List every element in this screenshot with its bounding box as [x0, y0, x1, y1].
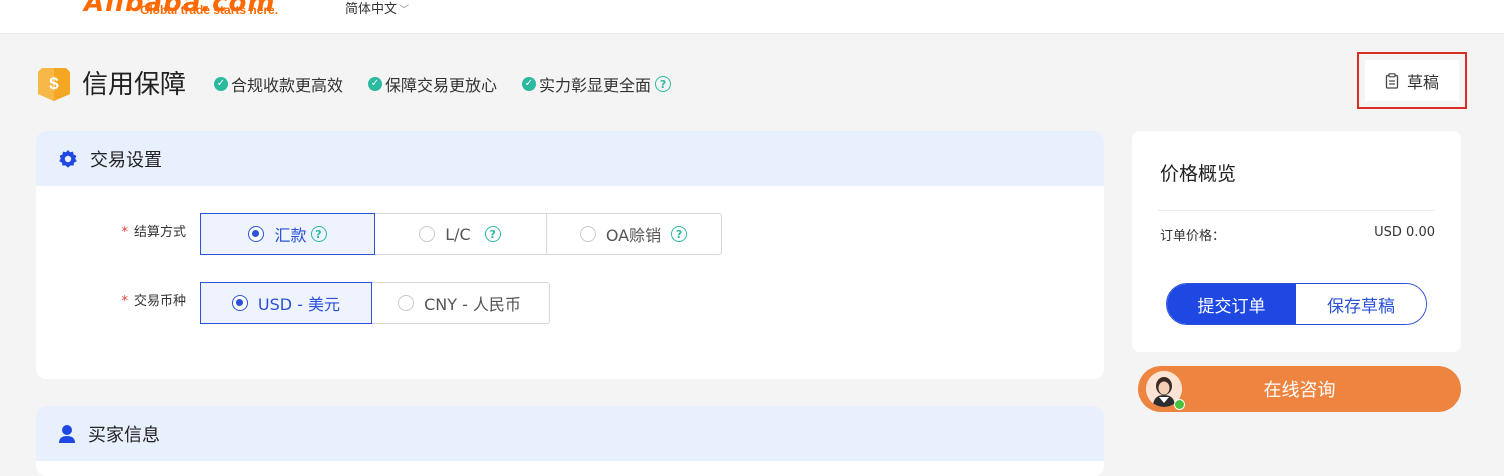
payment-option-lc[interactable]: L/C ?	[374, 214, 547, 254]
price-overview-panel: 价格概览 订单价格： USD 0.00 提交订单 保存草稿	[1132, 131, 1461, 352]
help-icon[interactable]: ?	[484, 226, 501, 242]
save-draft-button[interactable]: 保存草稿	[1296, 284, 1426, 324]
consult-label: 在线咨询	[1263, 380, 1336, 401]
radio-checked	[248, 226, 265, 242]
feature-item: ✓ 合规收款更高效	[214, 72, 343, 96]
currency-option-cny[interactable]: CNY - 人民币	[371, 283, 548, 323]
help-icon[interactable]: ?	[671, 226, 688, 242]
payment-option-oa[interactable]: OA赊销 ?	[547, 214, 720, 254]
currency-option-usd[interactable]: USD - 美元	[200, 282, 372, 324]
radio-unchecked	[398, 295, 415, 311]
logo-tagline: Global trade starts here.	[140, 3, 279, 17]
language-label: 简体中文	[345, 2, 398, 17]
feature-label: 实力彰显更全面	[539, 76, 652, 95]
section-title: 交易设置	[90, 149, 162, 171]
draft-button[interactable]: 草稿	[1365, 60, 1459, 101]
feature-item: ✓ 实力彰显更全面 ?	[522, 72, 672, 96]
radio-unchecked	[419, 226, 436, 242]
radio-unchecked	[579, 226, 596, 242]
price-overview-title: 价格概览	[1160, 163, 1237, 185]
payment-method-label: * 结算方式	[121, 225, 186, 240]
order-actions: 提交订单 保存草稿	[1166, 283, 1427, 325]
user-icon	[58, 424, 76, 444]
help-icon[interactable]: ?	[655, 76, 672, 92]
check-circle-icon: ✓	[368, 77, 382, 91]
currency-group: USD - 美元 CNY - 人民币	[200, 282, 550, 324]
payment-option-remittance[interactable]: 汇款 ?	[200, 213, 375, 255]
svg-text:$: $	[49, 74, 59, 93]
check-circle-icon: ✓	[214, 77, 228, 91]
section-title: 买家信息	[88, 424, 160, 446]
language-selector[interactable]: 简体中文 ﹀	[345, 0, 409, 17]
buyer-info-card: 买家信息	[36, 406, 1104, 476]
help-icon[interactable]: ?	[310, 226, 327, 242]
buyer-info-header: 买家信息	[36, 406, 1104, 461]
order-price-value: USD 0.00	[1374, 225, 1435, 240]
trade-settings-card: 交易设置 * 结算方式 汇款 ? L/C ? OA赊销 ? * 交易币种 USD -…	[36, 131, 1104, 379]
feature-label: 保障交易更放心	[385, 76, 498, 95]
clipboard-icon	[1385, 72, 1399, 89]
radio-checked	[231, 295, 248, 311]
chevron-down-icon: ﹀	[399, 5, 410, 16]
trade-settings-header: 交易设置	[36, 131, 1104, 186]
feature-label: 合规收款更高效	[231, 76, 344, 95]
alibaba-logo[interactable]: Alibaba.com Global trade starts here.	[60, 0, 290, 32]
order-price-label: 订单价格：	[1160, 229, 1226, 244]
gear-icon	[58, 149, 78, 169]
online-status-dot	[1174, 399, 1185, 410]
feature-item: ✓ 保障交易更放心	[368, 72, 497, 96]
check-circle-icon: ✓	[522, 77, 536, 91]
page-title: 信用保障	[82, 70, 187, 100]
draft-label: 草稿	[1406, 72, 1439, 92]
payment-method-group: 汇款 ? L/C ? OA赊销 ?	[200, 213, 722, 255]
currency-label: * 交易币种	[121, 294, 186, 309]
trade-assurance-shield-icon: $	[38, 68, 70, 101]
submit-order-button[interactable]: 提交订单	[1167, 284, 1296, 324]
draft-highlight-box: 草稿	[1357, 52, 1467, 109]
top-header: Alibaba.com Global trade starts here. 简体…	[0, 0, 1504, 34]
online-consult-button[interactable]: 在线咨询	[1138, 366, 1461, 412]
divider	[1158, 210, 1435, 211]
